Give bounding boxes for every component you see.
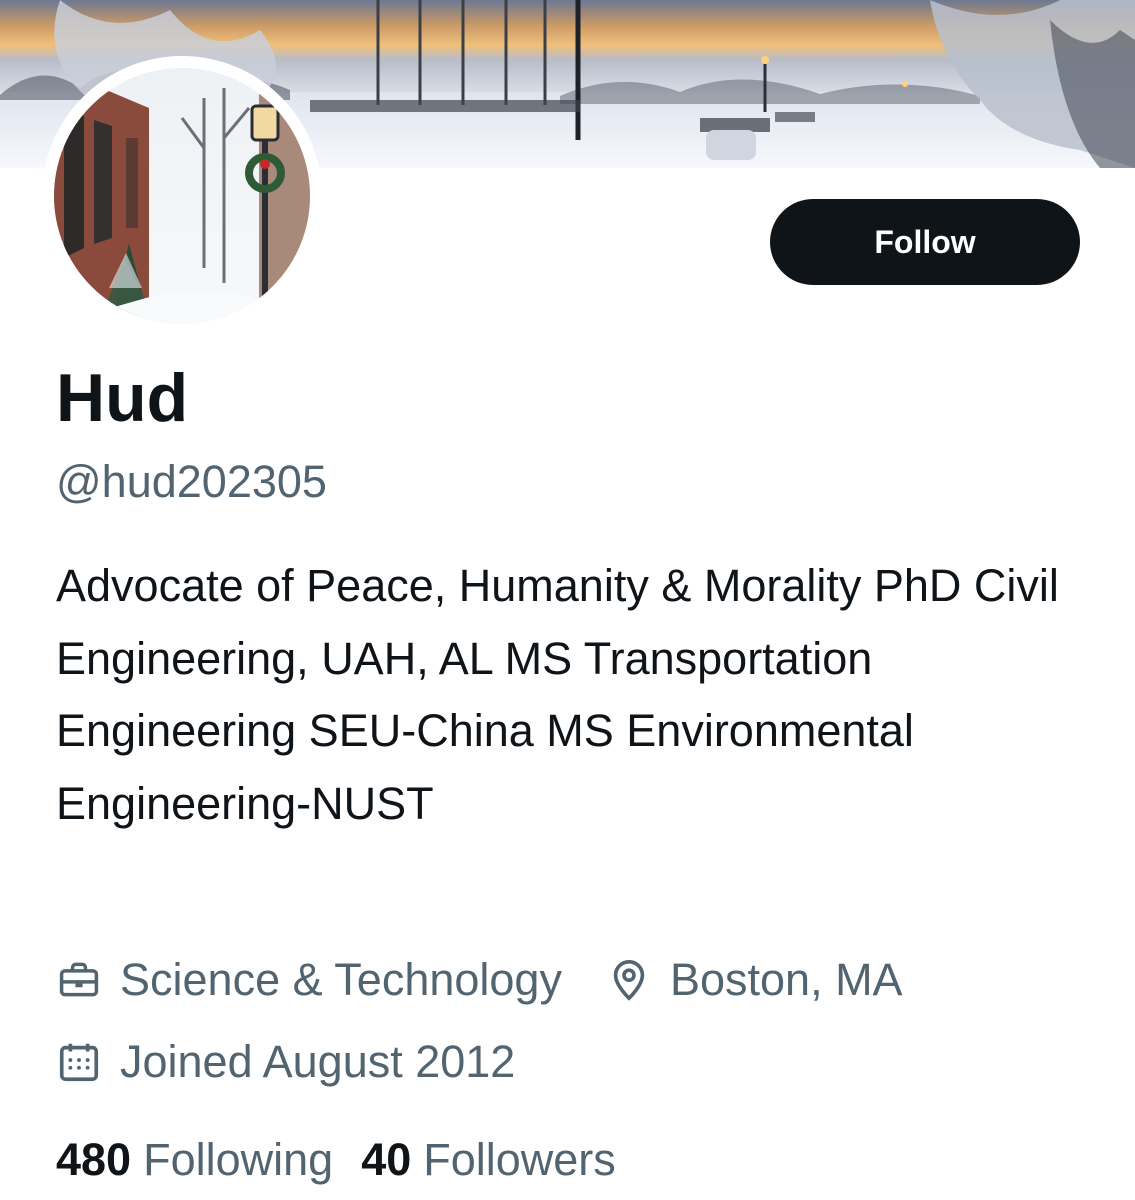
- joined-text: Joined August 2012: [120, 1036, 516, 1087]
- profile-location: Boston, MA: [606, 950, 903, 1010]
- profile-joined-row: Joined August 2012: [56, 1032, 515, 1092]
- follow-button[interactable]: Follow: [770, 199, 1080, 285]
- following-link[interactable]: 480 Following: [56, 1130, 333, 1190]
- followers-count: 40: [361, 1134, 412, 1185]
- location-text: Boston, MA: [669, 954, 903, 1005]
- profile-page: Follow Hud @hud202305 Advocate of Peace,…: [0, 0, 1135, 1200]
- followers-link[interactable]: 40 Followers: [361, 1130, 616, 1190]
- display-name: Hud: [56, 360, 189, 436]
- user-handle: @hud202305: [56, 456, 327, 507]
- following-label: Following: [143, 1134, 334, 1185]
- avatar[interactable]: [54, 68, 310, 324]
- category-text: Science & Technology: [120, 954, 562, 1005]
- following-count: 480: [56, 1134, 132, 1185]
- location-pin-icon: [606, 950, 670, 1010]
- avatar-image: [54, 68, 310, 324]
- profile-stats: 480 Following 40 Followers: [56, 1130, 616, 1190]
- profile-bio: Advocate of Peace, Humanity & Morality P…: [56, 560, 1059, 829]
- profile-category: Science & Technology: [56, 950, 562, 1010]
- briefcase-icon: [56, 950, 120, 1010]
- followers-label: Followers: [423, 1134, 616, 1185]
- calendar-icon: [56, 1032, 120, 1092]
- profile-meta-row: Science & Technology Boston, MA: [56, 950, 903, 1010]
- profile-joined: Joined August 2012: [56, 1032, 515, 1092]
